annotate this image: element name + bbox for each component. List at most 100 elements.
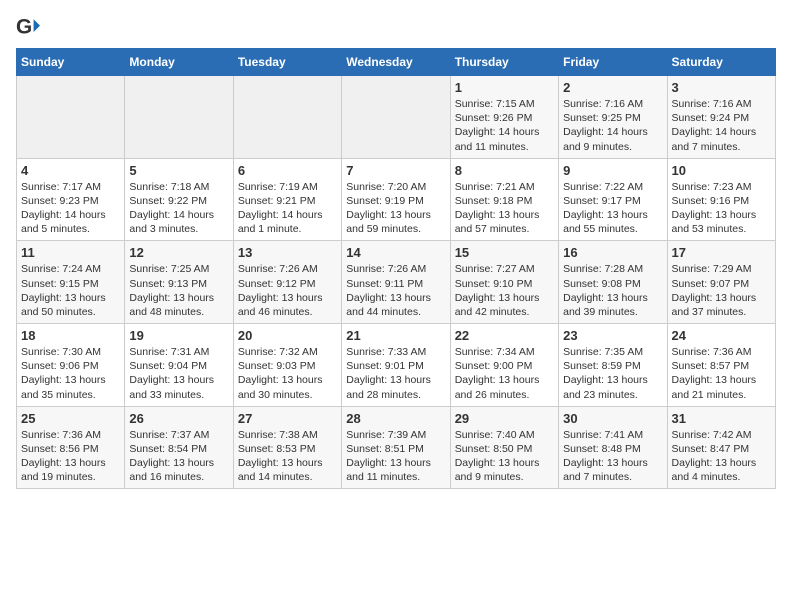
calendar-row: 1 Sunrise: 7:15 AM Sunset: 9:26 PM Daylig… bbox=[17, 76, 776, 159]
weekday-header-monday: Monday bbox=[125, 49, 233, 76]
svg-text:G: G bbox=[16, 16, 32, 39]
calendar-cell: 7 Sunrise: 7:20 AM Sunset: 9:19 PM Daylig… bbox=[342, 158, 450, 241]
calendar-cell: 30 Sunrise: 7:41 AM Sunset: 8:48 PM Dayli… bbox=[559, 406, 667, 489]
day-info: Sunrise: 7:22 AM Sunset: 9:17 PM Dayligh… bbox=[563, 180, 662, 237]
day-info: Sunrise: 7:31 AM Sunset: 9:04 PM Dayligh… bbox=[129, 345, 228, 402]
day-number: 19 bbox=[129, 328, 228, 343]
calendar-cell bbox=[342, 76, 450, 159]
day-info: Sunrise: 7:35 AM Sunset: 8:59 PM Dayligh… bbox=[563, 345, 662, 402]
calendar-cell bbox=[233, 76, 341, 159]
calendar-cell: 25 Sunrise: 7:36 AM Sunset: 8:56 PM Dayli… bbox=[17, 406, 125, 489]
day-info: Sunrise: 7:25 AM Sunset: 9:13 PM Dayligh… bbox=[129, 262, 228, 319]
day-number: 29 bbox=[455, 411, 554, 426]
day-info: Sunrise: 7:18 AM Sunset: 9:22 PM Dayligh… bbox=[129, 180, 228, 237]
day-number: 9 bbox=[563, 163, 662, 178]
calendar-cell: 28 Sunrise: 7:39 AM Sunset: 8:51 PM Dayli… bbox=[342, 406, 450, 489]
calendar-cell: 8 Sunrise: 7:21 AM Sunset: 9:18 PM Daylig… bbox=[450, 158, 558, 241]
logo-icon: G bbox=[16, 16, 40, 40]
day-info: Sunrise: 7:17 AM Sunset: 9:23 PM Dayligh… bbox=[21, 180, 120, 237]
weekday-header-thursday: Thursday bbox=[450, 49, 558, 76]
day-info: Sunrise: 7:24 AM Sunset: 9:15 PM Dayligh… bbox=[21, 262, 120, 319]
calendar-cell: 26Sunrise: 7:37 AM Sunset: 8:54 PM Dayli… bbox=[125, 406, 233, 489]
day-info: Sunrise: 7:38 AM Sunset: 8:53 PM Dayligh… bbox=[238, 428, 337, 485]
calendar-cell: 21 Sunrise: 7:33 AM Sunset: 9:01 PM Dayli… bbox=[342, 324, 450, 407]
day-number: 23 bbox=[563, 328, 662, 343]
day-info: Sunrise: 7:36 AM Sunset: 8:57 PM Dayligh… bbox=[672, 345, 771, 402]
day-info: Sunrise: 7:21 AM Sunset: 9:18 PM Dayligh… bbox=[455, 180, 554, 237]
day-number: 12 bbox=[129, 245, 228, 260]
weekday-header-tuesday: Tuesday bbox=[233, 49, 341, 76]
day-number: 4 bbox=[21, 163, 120, 178]
calendar-cell: 18 Sunrise: 7:30 AM Sunset: 9:06 PM Dayli… bbox=[17, 324, 125, 407]
calendar-cell: 27 Sunrise: 7:38 AM Sunset: 8:53 PM Dayli… bbox=[233, 406, 341, 489]
weekday-header-saturday: Saturday bbox=[667, 49, 775, 76]
day-info: Sunrise: 7:16 AM Sunset: 9:25 PM Dayligh… bbox=[563, 97, 662, 154]
calendar-cell: 12 Sunrise: 7:25 AM Sunset: 9:13 PM Dayli… bbox=[125, 241, 233, 324]
calendar-cell: 15 Sunrise: 7:27 AM Sunset: 9:10 PM Dayli… bbox=[450, 241, 558, 324]
day-info: Sunrise: 7:40 AM Sunset: 8:50 PM Dayligh… bbox=[455, 428, 554, 485]
calendar-cell: 13Sunrise: 7:26 AM Sunset: 9:12 PM Dayli… bbox=[233, 241, 341, 324]
day-info: Sunrise: 7:33 AM Sunset: 9:01 PM Dayligh… bbox=[346, 345, 445, 402]
logo: G bbox=[16, 16, 44, 40]
calendar-cell: 24 Sunrise: 7:36 AM Sunset: 8:57 PM Dayli… bbox=[667, 324, 775, 407]
calendar-cell: 29 Sunrise: 7:40 AM Sunset: 8:50 PM Dayli… bbox=[450, 406, 558, 489]
day-number: 17 bbox=[672, 245, 771, 260]
calendar-row: 25 Sunrise: 7:36 AM Sunset: 8:56 PM Dayli… bbox=[17, 406, 776, 489]
day-info: Sunrise: 7:15 AM Sunset: 9:26 PM Dayligh… bbox=[455, 97, 554, 154]
calendar-cell: 17Sunrise: 7:29 AM Sunset: 9:07 PM Dayli… bbox=[667, 241, 775, 324]
calendar-cell: 1 Sunrise: 7:15 AM Sunset: 9:26 PM Daylig… bbox=[450, 76, 558, 159]
calendar-table: SundayMondayTuesdayWednesdayThursdayFrid… bbox=[16, 48, 776, 489]
calendar-cell: 22 Sunrise: 7:34 AM Sunset: 9:00 PM Dayli… bbox=[450, 324, 558, 407]
calendar-row: 11 Sunrise: 7:24 AM Sunset: 9:15 PM Dayli… bbox=[17, 241, 776, 324]
day-info: Sunrise: 7:19 AM Sunset: 9:21 PM Dayligh… bbox=[238, 180, 337, 237]
day-number: 15 bbox=[455, 245, 554, 260]
calendar-cell: 5Sunrise: 7:18 AM Sunset: 9:22 PM Daylig… bbox=[125, 158, 233, 241]
calendar-cell bbox=[17, 76, 125, 159]
day-info: Sunrise: 7:26 AM Sunset: 9:11 PM Dayligh… bbox=[346, 262, 445, 319]
day-number: 8 bbox=[455, 163, 554, 178]
day-number: 7 bbox=[346, 163, 445, 178]
day-number: 11 bbox=[21, 245, 120, 260]
calendar-cell: 3 Sunrise: 7:16 AM Sunset: 9:24 PM Daylig… bbox=[667, 76, 775, 159]
day-number: 22 bbox=[455, 328, 554, 343]
weekday-header-sunday: Sunday bbox=[17, 49, 125, 76]
day-info: Sunrise: 7:34 AM Sunset: 9:00 PM Dayligh… bbox=[455, 345, 554, 402]
day-number: 6 bbox=[238, 163, 337, 178]
day-number: 31 bbox=[672, 411, 771, 426]
day-number: 1 bbox=[455, 80, 554, 95]
weekday-header-wednesday: Wednesday bbox=[342, 49, 450, 76]
calendar-row: 18 Sunrise: 7:30 AM Sunset: 9:06 PM Dayli… bbox=[17, 324, 776, 407]
day-number: 21 bbox=[346, 328, 445, 343]
day-number: 20 bbox=[238, 328, 337, 343]
day-number: 10 bbox=[672, 163, 771, 178]
day-number: 30 bbox=[563, 411, 662, 426]
day-number: 3 bbox=[672, 80, 771, 95]
calendar-row: 4 Sunrise: 7:17 AM Sunset: 9:23 PM Daylig… bbox=[17, 158, 776, 241]
day-number: 18 bbox=[21, 328, 120, 343]
calendar-cell: 4 Sunrise: 7:17 AM Sunset: 9:23 PM Daylig… bbox=[17, 158, 125, 241]
day-info: Sunrise: 7:27 AM Sunset: 9:10 PM Dayligh… bbox=[455, 262, 554, 319]
day-info: Sunrise: 7:32 AM Sunset: 9:03 PM Dayligh… bbox=[238, 345, 337, 402]
day-number: 25 bbox=[21, 411, 120, 426]
day-number: 28 bbox=[346, 411, 445, 426]
day-number: 24 bbox=[672, 328, 771, 343]
calendar-cell: 6 Sunrise: 7:19 AM Sunset: 9:21 PM Daylig… bbox=[233, 158, 341, 241]
calendar-cell: 9 Sunrise: 7:22 AM Sunset: 9:17 PM Daylig… bbox=[559, 158, 667, 241]
day-number: 16 bbox=[563, 245, 662, 260]
calendar-cell: 10Sunrise: 7:23 AM Sunset: 9:16 PM Dayli… bbox=[667, 158, 775, 241]
day-number: 27 bbox=[238, 411, 337, 426]
calendar-cell: 2 Sunrise: 7:16 AM Sunset: 9:25 PM Daylig… bbox=[559, 76, 667, 159]
day-info: Sunrise: 7:16 AM Sunset: 9:24 PM Dayligh… bbox=[672, 97, 771, 154]
calendar-cell: 11 Sunrise: 7:24 AM Sunset: 9:15 PM Dayli… bbox=[17, 241, 125, 324]
calendar-cell: 20 Sunrise: 7:32 AM Sunset: 9:03 PM Dayli… bbox=[233, 324, 341, 407]
calendar-cell bbox=[125, 76, 233, 159]
day-info: Sunrise: 7:30 AM Sunset: 9:06 PM Dayligh… bbox=[21, 345, 120, 402]
day-info: Sunrise: 7:36 AM Sunset: 8:56 PM Dayligh… bbox=[21, 428, 120, 485]
day-info: Sunrise: 7:20 AM Sunset: 9:19 PM Dayligh… bbox=[346, 180, 445, 237]
day-info: Sunrise: 7:39 AM Sunset: 8:51 PM Dayligh… bbox=[346, 428, 445, 485]
day-number: 2 bbox=[563, 80, 662, 95]
calendar-cell: 23 Sunrise: 7:35 AM Sunset: 8:59 PM Dayli… bbox=[559, 324, 667, 407]
day-number: 26 bbox=[129, 411, 228, 426]
day-info: Sunrise: 7:41 AM Sunset: 8:48 PM Dayligh… bbox=[563, 428, 662, 485]
calendar-cell: 14Sunrise: 7:26 AM Sunset: 9:11 PM Dayli… bbox=[342, 241, 450, 324]
